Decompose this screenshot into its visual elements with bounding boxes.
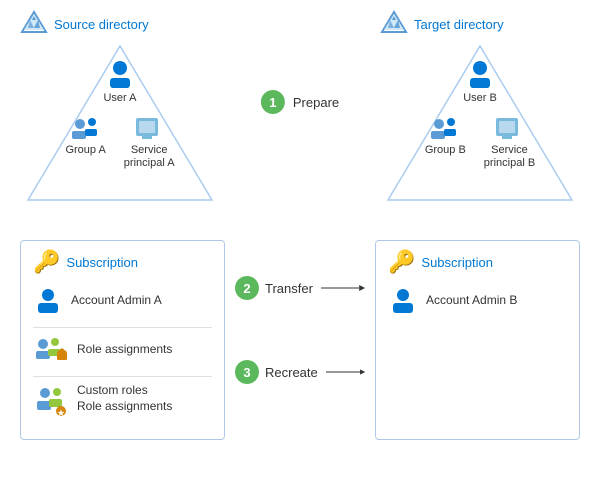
custom-roles-row: Custom roles Role assignments: [33, 383, 212, 419]
source-subscription: 🔑 Subscription Account Admin A Rol: [20, 240, 225, 440]
service-a-label: Serviceprincipal A: [124, 144, 175, 170]
source-dir-label: Source directory: [54, 17, 149, 32]
custom-roles-label: Custom roles: [77, 383, 172, 397]
group-a-icon: [68, 114, 104, 142]
recreate-arrow-row: 3 Recreate: [235, 360, 365, 384]
step2-circle: 2: [235, 276, 259, 300]
target-dir-label: Target directory: [414, 17, 504, 32]
role-assignments-row: Role assignments: [33, 334, 212, 364]
group-b-label: Group B: [425, 144, 466, 156]
divider1: [33, 327, 212, 328]
transfer-arrow-svg: [321, 280, 365, 296]
source-directory: Source directory User A: [20, 10, 220, 220]
prepare-label: Prepare: [293, 95, 339, 110]
prepare-section: 1 Prepare: [261, 90, 339, 114]
account-admin-b-label: Account Admin B: [426, 293, 517, 307]
step1-circle: 1: [261, 90, 285, 114]
account-admin-a-row: Account Admin A: [33, 285, 212, 315]
role-assignments-label: Role assignments: [77, 342, 172, 356]
source-azure-icon: [20, 10, 48, 38]
user-b: User B: [463, 58, 497, 104]
target-subscription: 🔑 Subscription Account Admin B: [375, 240, 580, 440]
user-a-label: User A: [103, 92, 136, 104]
transfer-arrow-row: 2 Transfer: [235, 276, 365, 300]
account-admin-b-icon: [388, 285, 418, 315]
target-directory: Target directory User B: [380, 10, 580, 220]
service-principal-b: Serviceprincipal B: [484, 114, 535, 170]
user-a: User A: [103, 58, 136, 104]
recreate-arrow-svg: [326, 364, 365, 380]
service-a-icon: [134, 114, 164, 142]
group-b: Group B: [425, 114, 466, 170]
step3-circle: 3: [235, 360, 259, 384]
account-admin-a-label: Account Admin A: [71, 293, 162, 307]
transfer-label: Transfer: [265, 281, 313, 296]
target-key-icon: 🔑: [388, 249, 415, 275]
group-a: Group A: [65, 114, 105, 170]
target-azure-icon: [380, 10, 408, 38]
recreate-label: Recreate: [265, 365, 318, 380]
service-principal-a: Serviceprincipal A: [124, 114, 175, 170]
target-sub-label: Subscription: [421, 255, 493, 270]
service-b-label: Serviceprincipal B: [484, 144, 535, 170]
group-a-label: Group A: [65, 144, 105, 156]
source-key-icon: 🔑: [33, 249, 60, 275]
user-b-label: User B: [463, 92, 497, 104]
source-sub-label: Subscription: [66, 255, 138, 270]
user-a-icon: [104, 58, 136, 90]
account-admin-a-icon: [33, 285, 63, 315]
user-b-icon: [464, 58, 496, 90]
custom-roles-icon: [33, 383, 69, 419]
role-assignments2-label: Role assignments: [77, 399, 172, 413]
service-b-icon: [494, 114, 524, 142]
divider2: [33, 376, 212, 377]
group-b-icon: [427, 114, 463, 142]
account-admin-b-row: Account Admin B: [388, 285, 567, 315]
role-assignments-icon: [33, 334, 69, 364]
